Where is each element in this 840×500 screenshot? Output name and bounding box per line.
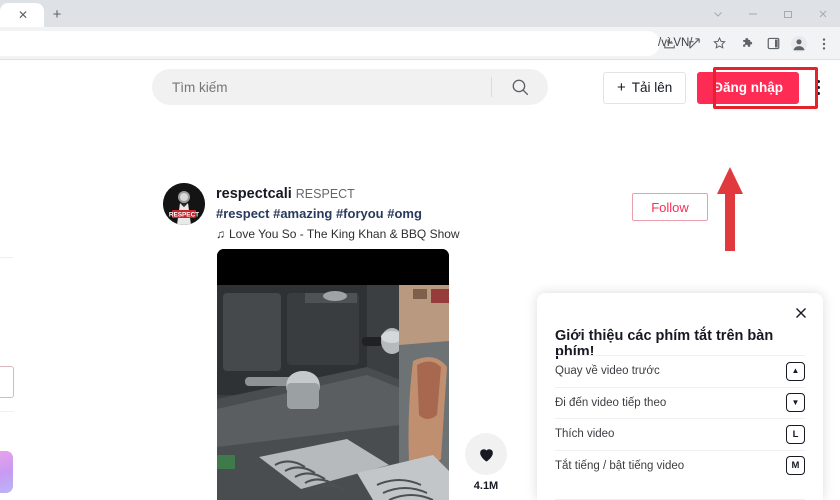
search-input[interactable]: [152, 79, 491, 95]
like-button[interactable]: 4.1M: [463, 433, 509, 492]
download-icon[interactable]: [657, 31, 682, 56]
keyboard-shortcuts-panel: Giới thiệu các phím tắt trên bàn phím! Q…: [537, 293, 823, 500]
login-button[interactable]: Đăng nhập: [697, 71, 799, 104]
browser-menu-icon[interactable]: [811, 31, 836, 56]
shortcut-label: Đi đến video tiếp theo: [555, 396, 667, 409]
share-icon[interactable]: [682, 31, 707, 56]
arrow-up-key: ▲: [786, 361, 805, 381]
maximize-icon[interactable]: [770, 0, 805, 27]
browser-toolbar: /vi-VN/: [0, 27, 840, 60]
search-bar: [152, 69, 548, 105]
m-key: M: [786, 456, 805, 476]
upload-label: Tải lên: [631, 80, 673, 95]
shortcut-row: Thích video L: [555, 418, 805, 450]
svg-text:RESPECT: RESPECT: [169, 211, 199, 218]
new-tab-button[interactable]: +: [44, 5, 70, 25]
music-title: Love You So - The King Khan & BBQ Show: [229, 227, 460, 241]
music-note-icon: ♫: [216, 227, 225, 241]
heart-icon: [477, 445, 496, 464]
minimize-icon[interactable]: [735, 0, 770, 27]
shortcut-label: Quay về video trước: [555, 365, 660, 378]
search-button[interactable]: [492, 69, 548, 105]
author-name: respectcali: [216, 186, 292, 202]
browser-tab-strip: ✕ +: [0, 0, 840, 27]
arrow-down-key: ▼: [786, 393, 805, 413]
page-content: ác h + Tải lên Đăng nhập: [0, 61, 840, 500]
site-header: + Tải lên Đăng nhập: [0, 61, 840, 113]
shortcut-label: Tắt tiếng / bật tiếng video: [555, 459, 685, 472]
author-line[interactable]: respectcali RESPECT: [216, 185, 355, 203]
shortcut-list: Quay về video trước ▲ Đi đến video tiếp …: [555, 355, 805, 481]
side-panel-icon[interactable]: [761, 31, 786, 56]
like-icon-circle[interactable]: [465, 433, 507, 475]
post-music[interactable]: ♫ Love You So - The King Khan & BBQ Show: [216, 227, 460, 241]
avatar[interactable]: RESPECT: [163, 183, 205, 225]
l-key: L: [786, 424, 805, 444]
follow-button[interactable]: Follow: [632, 193, 708, 221]
shortcut-row: Quay về video trước ▲: [555, 355, 805, 387]
search-icon: [511, 78, 530, 97]
bookmark-star-icon[interactable]: [707, 31, 732, 56]
tab-close-icon[interactable]: ✕: [16, 8, 30, 22]
address-bar[interactable]: [0, 31, 660, 56]
extensions-puzzle-icon[interactable]: [736, 31, 761, 56]
more-vertical-icon[interactable]: [810, 75, 826, 101]
shortcut-row: Đi đến video tiếp theo ▼: [555, 386, 805, 419]
browser-window: ✕ + /vi-VN/ Tìm kiếm + Tải lên Đăng nhập…: [0, 0, 840, 500]
close-window-icon[interactable]: [805, 0, 840, 27]
upload-button[interactable]: + Tải lên: [602, 71, 687, 104]
window-controls: [700, 0, 840, 27]
profile-avatar-icon[interactable]: [786, 31, 811, 56]
like-count: 4.1M: [473, 480, 499, 492]
header-actions: + Tải lên Đăng nhập: [602, 71, 826, 104]
author-nickname: RESPECT: [295, 187, 355, 201]
shortcut-label: Thích video: [555, 428, 615, 441]
video-action-rail: 4.1M 6823: [463, 433, 509, 500]
toolbar-icons: [657, 27, 836, 60]
plus-icon: +: [616, 79, 626, 96]
close-icon[interactable]: [791, 303, 811, 323]
shortcut-row: Tắt tiếng / bật tiếng video M: [555, 449, 805, 482]
chevron-down-icon[interactable]: [700, 0, 735, 27]
post-hashtags[interactable]: #respect #amazing #foryou #omg: [216, 206, 422, 221]
video-player[interactable]: [217, 249, 449, 500]
